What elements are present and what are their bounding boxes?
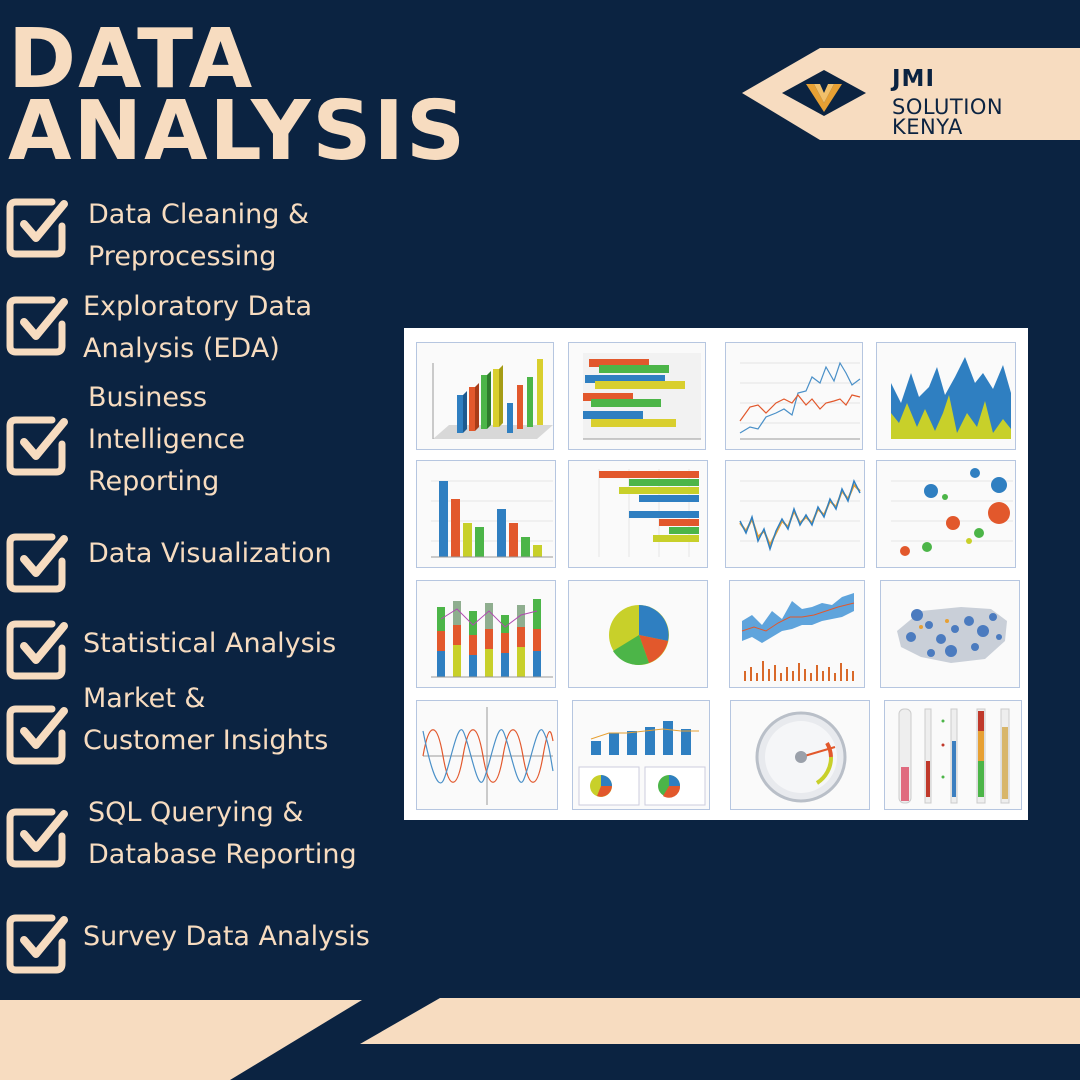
checkbox-icon bbox=[6, 618, 68, 680]
checkbox-icon bbox=[6, 414, 68, 476]
logo-icon bbox=[806, 84, 842, 112]
stock-line-chart-thumbnail bbox=[725, 460, 865, 568]
service-label: Data Cleaning & bbox=[88, 199, 310, 230]
3d-column-chart-thumbnail bbox=[416, 342, 554, 450]
checkbox-icon bbox=[6, 703, 68, 765]
thermometer-chart-thumbnail bbox=[884, 700, 1022, 810]
checkbox-icon bbox=[6, 294, 68, 356]
bar-chart-thumbnail bbox=[568, 460, 708, 568]
3d-bar-chart-thumbnail bbox=[568, 342, 706, 450]
service-label: Intelligence bbox=[88, 424, 246, 455]
service-label: Exploratory Data bbox=[83, 291, 313, 322]
line-chart-thumbnail bbox=[725, 342, 863, 450]
service-label: Data Visualization bbox=[88, 538, 332, 569]
brand-name: JMI bbox=[892, 66, 936, 92]
service-label: Analysis (EDA) bbox=[83, 333, 280, 364]
service-label: Reporting bbox=[88, 466, 220, 497]
page-title-line-2: ANALYSIS bbox=[8, 84, 468, 179]
brand-line-2: KENYA bbox=[892, 115, 963, 139]
checkbox-icon bbox=[6, 531, 68, 593]
pie-chart-thumbnail bbox=[568, 580, 708, 688]
charts-collage bbox=[404, 328, 1028, 820]
gauge-chart-thumbnail bbox=[730, 700, 870, 810]
column-chart-thumbnail bbox=[416, 460, 556, 568]
service-label: Survey Data Analysis bbox=[83, 921, 370, 952]
service-label: SQL Querying & bbox=[88, 797, 304, 828]
service-label: Market & bbox=[83, 683, 206, 714]
checkbox-icon bbox=[6, 912, 68, 974]
stacked-column-chart-thumbnail bbox=[416, 580, 556, 688]
sine-wave-chart-thumbnail bbox=[416, 700, 558, 810]
service-label: Database Reporting bbox=[88, 839, 357, 870]
map-bubble-chart-thumbnail bbox=[880, 580, 1020, 688]
service-label: Customer Insights bbox=[83, 725, 329, 756]
service-label: Statistical Analysis bbox=[83, 628, 337, 659]
range-area-chart-thumbnail bbox=[729, 580, 865, 688]
service-label: Preprocessing bbox=[88, 241, 277, 272]
area-chart-thumbnail bbox=[876, 342, 1016, 450]
bubble-chart-thumbnail bbox=[876, 460, 1016, 568]
service-label: Business bbox=[88, 382, 208, 413]
checkbox-icon bbox=[6, 196, 68, 258]
dashboard-chart-thumbnail bbox=[572, 700, 710, 810]
checkbox-icon bbox=[6, 806, 68, 868]
